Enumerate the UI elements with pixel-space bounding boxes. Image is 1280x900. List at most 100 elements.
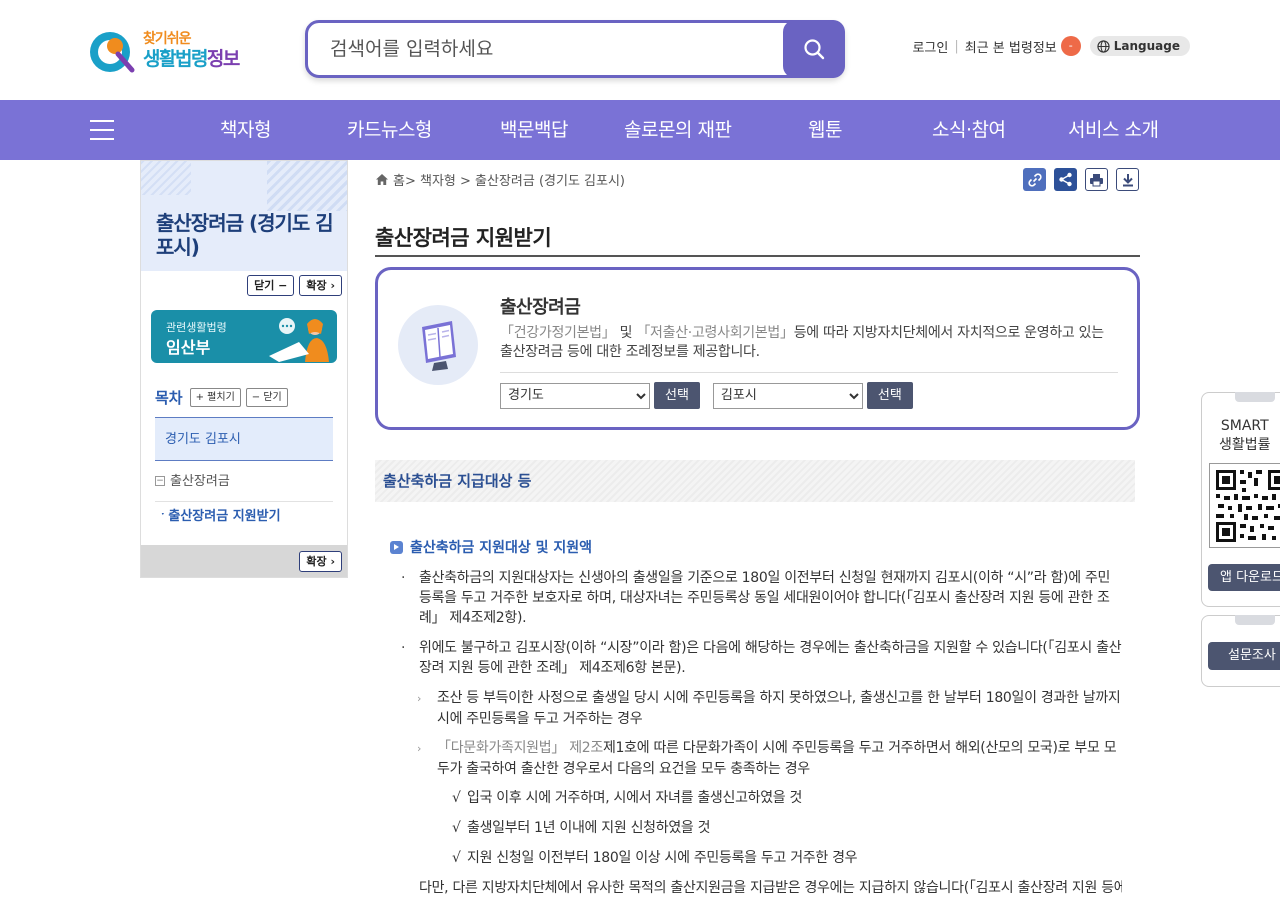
info-card: 출산장려금 「건강가정기본법」 및 「저출산·고령사회기본법」등에 따라 지방자… <box>375 267 1140 430</box>
toc-title: 목차 <box>155 389 183 407</box>
desc-connector: 및 <box>615 325 637 341</box>
nav-item-qna[interactable]: 백문백답 <box>500 100 568 160</box>
qr-title-line1: SMART <box>1220 418 1269 434</box>
related-law-title: 임산부 <box>166 338 211 357</box>
share-button[interactable] <box>1054 168 1077 191</box>
logo-mark-icon <box>90 32 135 73</box>
download-icon <box>1122 173 1133 186</box>
sub-heading: 출산축하금 지원대상 및 지원액 <box>390 537 592 557</box>
sidebar-header: 출산장려금 (경기도 김포시) <box>141 161 347 271</box>
section-heading: 출산축하금 지급대상 등 <box>375 460 1135 502</box>
widget-tab <box>1235 615 1275 625</box>
toc-collapse-button[interactable]: − 닫기 <box>245 388 288 407</box>
toc-list: 경기도 김포시 − 출산장려금 ˑ 출산장려금 지원받기 <box>155 417 333 540</box>
province-select-button[interactable]: 선택 <box>654 382 700 409</box>
breadcrumb: 홈 > 책자형 > 출산장려금 (경기도 김포시) <box>375 170 625 189</box>
globe-icon <box>1097 39 1110 53</box>
sidebar-close-button[interactable]: 닫기 − <box>247 275 295 296</box>
qr-code-image <box>1209 463 1280 548</box>
nav-item-solomon[interactable]: 솔로몬의 재판 <box>624 100 732 160</box>
toc-expand-button[interactable]: + 펼치기 <box>189 388 241 407</box>
page-tools <box>1023 168 1139 191</box>
title-divider <box>375 255 1140 257</box>
language-label: Language <box>1113 39 1180 53</box>
smart-app-widget: SMART 생활법률 앱 다운로드 <box>1201 392 1280 607</box>
paragraph-text: 출산축하금의 지원대상자는 신생아의 출생일을 기준으로 180일 이전부터 신… <box>419 570 1111 626</box>
paragraph-text: 위에도 불구하고 김포시장(이하 “시장”이라 함)은 다음에 해당하는 경우에… <box>419 640 1122 676</box>
toc-item-current[interactable]: ˑ 출산장려금 지원받기 <box>155 502 333 540</box>
language-button[interactable]: Language <box>1089 36 1190 56</box>
print-icon <box>1090 173 1103 186</box>
search-button[interactable] <box>783 20 845 78</box>
qr-title-line2: 생활법률 <box>1219 437 1271 453</box>
nav-item-about[interactable]: 서비스 소개 <box>1068 100 1159 160</box>
toc-item-chapter-label: 출산장려금 <box>170 473 230 489</box>
site-logo[interactable]: 찾기쉬운 생활법령정보 <box>88 24 253 76</box>
logo-title: 생활법령정보 <box>143 44 240 71</box>
print-button[interactable] <box>1085 168 1108 191</box>
decor-stripes <box>267 161 347 211</box>
recent-count-badge: - <box>1060 36 1081 56</box>
card-title: 출산장려금 <box>500 297 581 318</box>
home-icon[interactable] <box>375 173 389 186</box>
book-monitor-icon <box>422 321 456 371</box>
decor-stripes <box>141 161 191 195</box>
toc-item-region[interactable]: 경기도 김포시 <box>155 417 333 461</box>
law-link-family[interactable]: 「건강가정기본법」 <box>500 325 616 341</box>
sub-paragraph-text: 조산 등 부득이한 사정으로 출생일 당시 시에 주민등록을 하지 못하였으나,… <box>437 690 1121 727</box>
toc-bullet: ˑ <box>161 509 166 524</box>
condition-text: 입국 이후 시에 거주하며, 시에서 자녀를 출생신고하였을 것 <box>467 790 803 806</box>
search-box <box>305 20 845 78</box>
utility-links: 로그인 | 최근 본 법령정보 - Language <box>912 36 1190 56</box>
nav-item-cardnews[interactable]: 카드뉴스형 <box>347 100 432 160</box>
menu-icon[interactable] <box>90 120 114 140</box>
play-arrow-icon <box>390 540 403 554</box>
paragraph: · 위에도 불구하고 김포시장(이하 “시장”이라 함)은 다음에 해당하는 경우… <box>401 640 1122 676</box>
nav-item-webtoon[interactable]: 웹툰 <box>808 100 842 160</box>
sub-heading-label: 출산축하금 지원대상 및 지원액 <box>410 540 593 556</box>
related-law-banner[interactable]: 관련생활법령 임산부 <box>151 310 337 363</box>
recent-laws-link[interactable]: 최근 본 법령정보 <box>965 37 1057 56</box>
download-button[interactable] <box>1116 168 1139 191</box>
city-select[interactable]: 김포시 <box>712 382 863 409</box>
card-divider <box>500 372 1118 373</box>
sidebar: 출산장려금 (경기도 김포시) 닫기 − 확장 › 관련생활법령 임산부 목차 … <box>140 160 348 578</box>
card-icon-circle <box>398 305 478 385</box>
condition-text: 지원 신청일 이전부터 180일 이상 시에 주민등록을 두고 거주한 경우 <box>467 850 858 866</box>
link-icon <box>1027 172 1042 187</box>
condition-item: √ 지원 신청일 이전부터 180일 이상 시에 주민등록을 두고 거주한 경우 <box>452 850 858 866</box>
law-link-lowbirth[interactable]: 「저출산·고령사회기본법」 <box>636 325 794 341</box>
condition-item: √ 출생일부터 1년 이내에 지원 신청하였을 것 <box>452 820 711 836</box>
sidebar-expand-button[interactable]: 확장 › <box>299 275 342 296</box>
region-selector: 경기도 선택 김포시 선택 <box>500 382 926 409</box>
search-input[interactable] <box>330 35 770 63</box>
sidebar-foot-expand-button[interactable]: 확장 › <box>299 551 342 572</box>
app-download-button[interactable]: 앱 다운로드 <box>1208 564 1280 591</box>
copy-link-button[interactable] <box>1023 168 1046 191</box>
nav-item-booklet[interactable]: 책자형 <box>220 100 271 160</box>
survey-button[interactable]: 설문조사 <box>1208 642 1280 670</box>
paragraph: ·다만, 다른 지방자치단체에서 유사한 목적의 출산지원금을 지급받은 경우에… <box>410 878 1122 898</box>
breadcrumb-path: > 책자형 > 출산장려금 (경기도 김포시) <box>404 174 625 189</box>
collapse-toggle-icon[interactable]: − <box>155 476 165 486</box>
city-select-button[interactable]: 선택 <box>866 382 913 409</box>
logo-title-a: 생활법령 <box>143 48 208 70</box>
nav-item-news[interactable]: 소식·참여 <box>932 100 1006 160</box>
sidebar-title: 출산장려금 (경기도 김포시) <box>156 211 334 259</box>
law-link-multicultural[interactable]: 「다문화가족지원법」 제2조 <box>437 740 603 756</box>
login-link[interactable]: 로그인 <box>912 37 948 56</box>
toc-item-current-label: 출산장려금 지원받기 <box>168 509 281 524</box>
sidebar-controls: 닫기 − 확장 › <box>247 275 342 296</box>
toc-item-chapter[interactable]: − 출산장려금 <box>155 461 333 502</box>
main-nav: 책자형 카드뉴스형 백문백답 솔로몬의 재판 웹툰 소식·참여 서비스 소개 <box>0 100 1280 160</box>
sidebar-footer: 확장 › <box>141 545 347 577</box>
condition-text: 출생일부터 1년 이내에 지원 신청하였을 것 <box>467 820 711 836</box>
survey-widget: 설문조사 <box>1201 615 1280 687</box>
toc-header: 목차 + 펼치기 − 닫기 <box>155 387 293 408</box>
sub-paragraph: › 「다문화가족지원법」 제2조제1호에 따른 다문화가족이 시에 주민등록을 두… <box>417 740 1117 777</box>
breadcrumb-home[interactable]: 홈 <box>393 170 405 189</box>
widget-tab <box>1235 392 1275 402</box>
province-select[interactable]: 경기도 <box>500 382 650 409</box>
logo-title-b: 정보 <box>206 48 240 70</box>
qr-pattern-icon <box>1216 470 1280 542</box>
